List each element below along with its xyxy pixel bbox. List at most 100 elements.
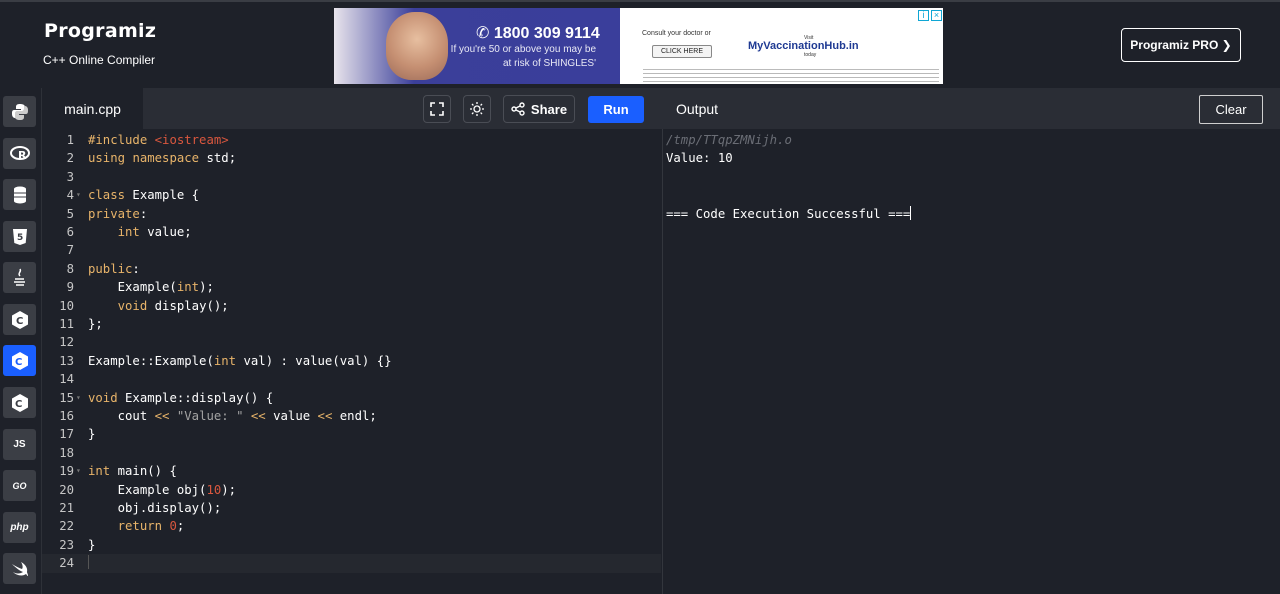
- code-line-current: 24: [42, 554, 661, 573]
- programiz-logo[interactable]: Programiz: [44, 20, 156, 42]
- line-number: 2: [66, 151, 74, 166]
- go-icon[interactable]: GO: [3, 470, 36, 501]
- code-line: 4 ▾ class Example {: [42, 186, 661, 204]
- code-text: }: [88, 427, 96, 442]
- fold-arrow-icon: ▾: [76, 466, 81, 476]
- line-number: 7: [66, 243, 74, 258]
- svg-text:C: C: [15, 357, 22, 368]
- output-path: /tmp/TTqpZMNijh.o: [666, 133, 792, 147]
- svg-text:5: 5: [17, 233, 23, 243]
- code-line: 8 public:: [42, 260, 661, 278]
- html5-icon[interactable]: 5: [3, 221, 36, 252]
- code-line: 22 return 0;: [42, 517, 661, 535]
- ad-today-text: today: [804, 52, 817, 58]
- file-tab[interactable]: main.cpp: [42, 88, 143, 129]
- line-number: 5: [66, 206, 74, 221]
- ad-brand: MyVaccinationHub.in: [748, 40, 859, 52]
- advertisement-banner[interactable]: ✆ 1800 309 9114 If you're 50 or above yo…: [334, 8, 943, 84]
- output-title: Output: [676, 100, 719, 117]
- code-editor[interactable]: 1 #include <iostream> 2 using namespace st…: [42, 129, 661, 594]
- code-text: };: [88, 317, 103, 331]
- code-text: void Example::display() {: [88, 390, 274, 405]
- line-number: 24: [59, 556, 74, 571]
- code-line: 23}: [42, 536, 661, 554]
- run-button[interactable]: Run: [588, 96, 644, 123]
- code-line: 10 void display();: [42, 297, 661, 315]
- clear-button[interactable]: Clear: [1199, 95, 1263, 124]
- line-number: 14: [59, 372, 74, 387]
- swift-icon[interactable]: [3, 553, 36, 584]
- ad-click-button[interactable]: CLICK HERE: [652, 45, 712, 58]
- code-text: obj.display();: [88, 501, 222, 515]
- php-icon[interactable]: php: [3, 512, 36, 543]
- ad-fine-print: [643, 69, 939, 83]
- share-icon: [511, 102, 525, 116]
- code-line: 16 cout << "Value: " << value << endl;: [42, 407, 661, 425]
- language-sidebar: R 5 C C C JS GO php: [0, 88, 42, 594]
- r-icon[interactable]: R: [3, 138, 36, 169]
- code-text: void display();: [117, 298, 229, 313]
- code-text: cout << "Value: " << value << endl;: [88, 409, 377, 423]
- code-text: Example::Example(int val) : value(val) {…: [88, 353, 392, 368]
- line-number: 11: [59, 317, 74, 331]
- svg-text:C: C: [15, 399, 22, 410]
- ad-text: If you're 50 or above you may be at risk…: [450, 44, 596, 69]
- line-number: 9: [66, 280, 74, 295]
- code-text: int value;: [117, 225, 192, 239]
- fullscreen-icon[interactable]: [423, 95, 451, 123]
- output-toolbar: Output Clear: [662, 88, 1280, 129]
- programiz-pro-button[interactable]: Programiz PRO ❯: [1121, 28, 1241, 62]
- sql-database-icon[interactable]: [3, 179, 36, 210]
- code-line: 19 ▾ int main() {: [42, 462, 661, 480]
- page-subtitle: C++ Online Compiler: [43, 53, 156, 67]
- code-line: 2 using namespace std;: [42, 149, 661, 167]
- ad-controls[interactable]: i ×: [906, 10, 942, 23]
- theme-toggle-icon[interactable]: [463, 95, 491, 123]
- output-success-line: === Code Execution Successful ===: [666, 205, 912, 221]
- output-console[interactable]: /tmp/TTqpZMNijh.o Value: 10 === Code Exe…: [662, 129, 1280, 594]
- java-icon[interactable]: [3, 262, 36, 293]
- line-number: 1: [66, 133, 74, 147]
- code-text: Example obj(10);: [88, 482, 237, 497]
- output-value-line: Value: 10: [666, 151, 733, 166]
- javascript-icon[interactable]: JS: [3, 429, 36, 460]
- code-line: 1 #include <iostream>: [42, 131, 661, 149]
- c-language-icon[interactable]: C: [3, 304, 36, 335]
- line-number: 16: [59, 409, 74, 423]
- code-line: 7: [42, 241, 661, 259]
- share-button[interactable]: Share: [503, 95, 575, 123]
- fold-arrow-icon: ▾: [76, 190, 81, 200]
- code-line: 3: [42, 168, 661, 186]
- line-number: 13: [59, 353, 74, 368]
- svg-text:C: C: [16, 316, 23, 327]
- code-text: private:: [88, 206, 148, 221]
- code-text: }: [88, 537, 96, 552]
- svg-text:R: R: [18, 149, 27, 162]
- ad-close-icon[interactable]: ×: [931, 10, 942, 21]
- header: Programiz C++ Online Compiler ✆ 1800 309…: [0, 2, 1280, 88]
- code-text: class Example {: [88, 188, 200, 203]
- editor-toolbar: main.cpp Share Run: [42, 88, 662, 129]
- line-number: 18: [59, 445, 74, 460]
- line-number: 3: [66, 169, 74, 184]
- line-number: 4: [66, 188, 74, 203]
- code-line: 11};: [42, 315, 661, 333]
- cpp-language-icon[interactable]: C: [3, 345, 36, 376]
- code-text: [88, 554, 89, 572]
- line-number: 6: [66, 225, 74, 239]
- line-number: 19: [59, 464, 74, 479]
- code-text: using namespace std;: [88, 151, 237, 166]
- fold-arrow-icon: ▾: [76, 392, 81, 402]
- python-icon[interactable]: [3, 96, 36, 127]
- ad-info-icon[interactable]: i: [918, 10, 929, 21]
- code-line: 18: [42, 444, 661, 462]
- line-number: 17: [59, 427, 74, 442]
- ad-person-image: [386, 12, 448, 80]
- line-number: 10: [59, 298, 74, 313]
- code-text: int main() {: [88, 464, 177, 479]
- line-number: 21: [59, 501, 74, 515]
- csharp-language-icon[interactable]: C: [3, 387, 36, 418]
- code-line: 21 obj.display();: [42, 499, 661, 517]
- ad-consult-text: Consult your doctor or: [642, 30, 711, 37]
- line-number: 15: [59, 390, 74, 405]
